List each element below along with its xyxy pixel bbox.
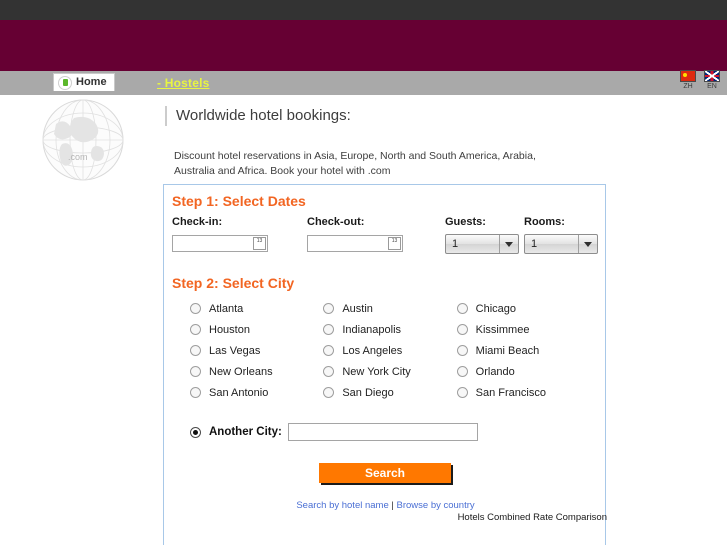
city-label: Orlando [475, 365, 515, 378]
guests-select-value: 1 [452, 238, 459, 250]
city-radio[interactable] [190, 303, 201, 314]
city-radio-grid: Atlanta Austin Chicago Houston Indianapolis K… [190, 298, 590, 403]
step1-heading: Step 1: Select Dates [172, 193, 306, 209]
city-label: San Diego [342, 386, 394, 399]
city-option-los-angeles[interactable]: Los Angeles [323, 345, 456, 357]
browse-by-country-link[interactable]: Browse by country [397, 500, 475, 511]
language-option-en[interactable]: EN [703, 70, 721, 91]
city-option-las-vegas[interactable]: Las Vegas [190, 345, 323, 357]
chevron-down-icon [499, 235, 518, 253]
city-label: Los Angeles [342, 344, 403, 357]
city-radio-row: Houston Indianapolis Kissimmee [190, 319, 590, 340]
uk-flag-icon [704, 70, 720, 82]
top-maroon-banner [0, 20, 727, 71]
city-label: New York City [342, 365, 411, 378]
another-city-row: Another City: [190, 423, 478, 441]
guests-label: Guests: [445, 216, 486, 228]
globe-logo-icon [34, 98, 132, 182]
city-option-indianapolis[interactable]: Indianapolis [323, 324, 456, 336]
city-option-houston[interactable]: Houston [190, 324, 323, 336]
city-radio[interactable] [323, 324, 335, 335]
city-radio[interactable] [323, 366, 335, 377]
another-city-label: Another City: [209, 426, 282, 438]
city-label: Indianapolis [342, 323, 402, 336]
rate-comparison-caption: Hotels Combined Rate Comparison [457, 512, 607, 523]
city-label: New Orleans [209, 365, 273, 378]
home-badge-icon [58, 75, 72, 90]
calendar-icon-day: 13 [391, 238, 398, 244]
city-label: Miami Beach [475, 344, 540, 357]
checkout-label: Check-out: [307, 216, 365, 228]
city-radio[interactable] [456, 324, 468, 335]
calendar-icon[interactable]: 13 [388, 237, 401, 250]
calendar-icon-day: 13 [256, 238, 263, 244]
globe-logo-caption: .com [68, 152, 88, 162]
city-radio[interactable] [456, 366, 468, 377]
city-radio[interactable] [323, 387, 335, 398]
city-label: Houston [209, 323, 250, 336]
city-label: San Antonio [209, 386, 269, 399]
booking-form: Step 1: Select Dates Check-in: 13 Check-… [163, 184, 606, 545]
rooms-select[interactable]: 1 [524, 234, 598, 254]
nav-link-hostels[interactable]: - Hostels [157, 76, 209, 90]
language-option-zh[interactable]: ZH [679, 70, 697, 91]
city-option-new-orleans[interactable]: New Orleans [190, 366, 323, 378]
form-footer-links: Search by hotel name | Browse by country [164, 500, 607, 511]
nav-tab-home-label: Home [76, 76, 107, 88]
city-radio[interactable] [323, 345, 335, 356]
city-option-new-york-city[interactable]: New York City [323, 366, 456, 378]
city-option-miami-beach[interactable]: Miami Beach [456, 344, 590, 357]
language-code-zh: ZH [683, 83, 693, 90]
step2-heading: Step 2: Select City [172, 275, 295, 291]
language-code-en: EN [707, 83, 717, 90]
city-option-atlanta[interactable]: Atlanta [190, 303, 323, 315]
city-option-san-antonio[interactable]: San Antonio [190, 387, 323, 399]
headline-block: Worldwide hotel bookings: [165, 106, 605, 126]
china-flag-icon [680, 70, 696, 82]
city-label: Atlanta [209, 302, 244, 315]
city-radio-row: San Antonio San Diego San Francisco [190, 382, 590, 403]
chevron-down-icon [578, 235, 597, 253]
top-dark-bar [0, 0, 727, 20]
city-radio[interactable] [190, 366, 201, 377]
search-by-hotel-name-link[interactable]: Search by hotel name [296, 500, 388, 511]
city-radio[interactable] [190, 345, 201, 356]
page-title: Worldwide hotel bookings: [176, 107, 351, 124]
city-radio[interactable] [456, 303, 468, 314]
language-switcher: ZH EN [679, 70, 721, 91]
city-option-san-francisco[interactable]: San Francisco [456, 386, 590, 399]
city-label: Kissimmee [475, 323, 530, 336]
page-subtitle-line-2: Australia and Africa. Book your hotel wi… [174, 165, 391, 177]
checkin-label: Check-in: [172, 216, 223, 228]
rooms-select-value: 1 [531, 238, 538, 250]
city-radio[interactable] [456, 387, 468, 398]
city-label: Austin [342, 302, 373, 315]
rooms-label: Rooms: [524, 216, 565, 228]
city-radio-row: Atlanta Austin Chicago [190, 298, 590, 319]
calendar-icon[interactable]: 13 [253, 237, 266, 250]
city-option-austin[interactable]: Austin [323, 303, 456, 315]
city-option-orlando[interactable]: Orlando [456, 365, 590, 378]
city-option-kissimmee[interactable]: Kissimmee [456, 323, 590, 336]
search-button[interactable]: Search [319, 463, 451, 483]
city-radio[interactable] [190, 324, 201, 335]
city-radio[interactable] [456, 345, 468, 356]
another-city-input[interactable] [287, 423, 478, 441]
city-radio[interactable] [190, 387, 201, 398]
footer-link-separator: | [391, 500, 394, 511]
city-radio-row: New Orleans New York City Orlando [190, 361, 590, 382]
city-label: San Francisco [475, 386, 546, 399]
city-radio[interactable] [323, 303, 335, 314]
city-option-san-diego[interactable]: San Diego [323, 387, 456, 399]
guests-select[interactable]: 1 [445, 234, 519, 254]
city-radio-row: Las Vegas Los Angeles Miami Beach [190, 340, 590, 361]
page-subtitle-line-1: Discount hotel reservations in Asia, Eur… [174, 150, 536, 162]
city-label: Las Vegas [209, 344, 261, 357]
nav-tab-home[interactable]: Home [53, 73, 115, 91]
another-city-radio[interactable] [190, 426, 201, 438]
city-label: Chicago [475, 302, 517, 315]
city-option-chicago[interactable]: Chicago [456, 302, 590, 315]
page-subtitle: Discount hotel reservations in Asia, Eur… [174, 149, 594, 179]
